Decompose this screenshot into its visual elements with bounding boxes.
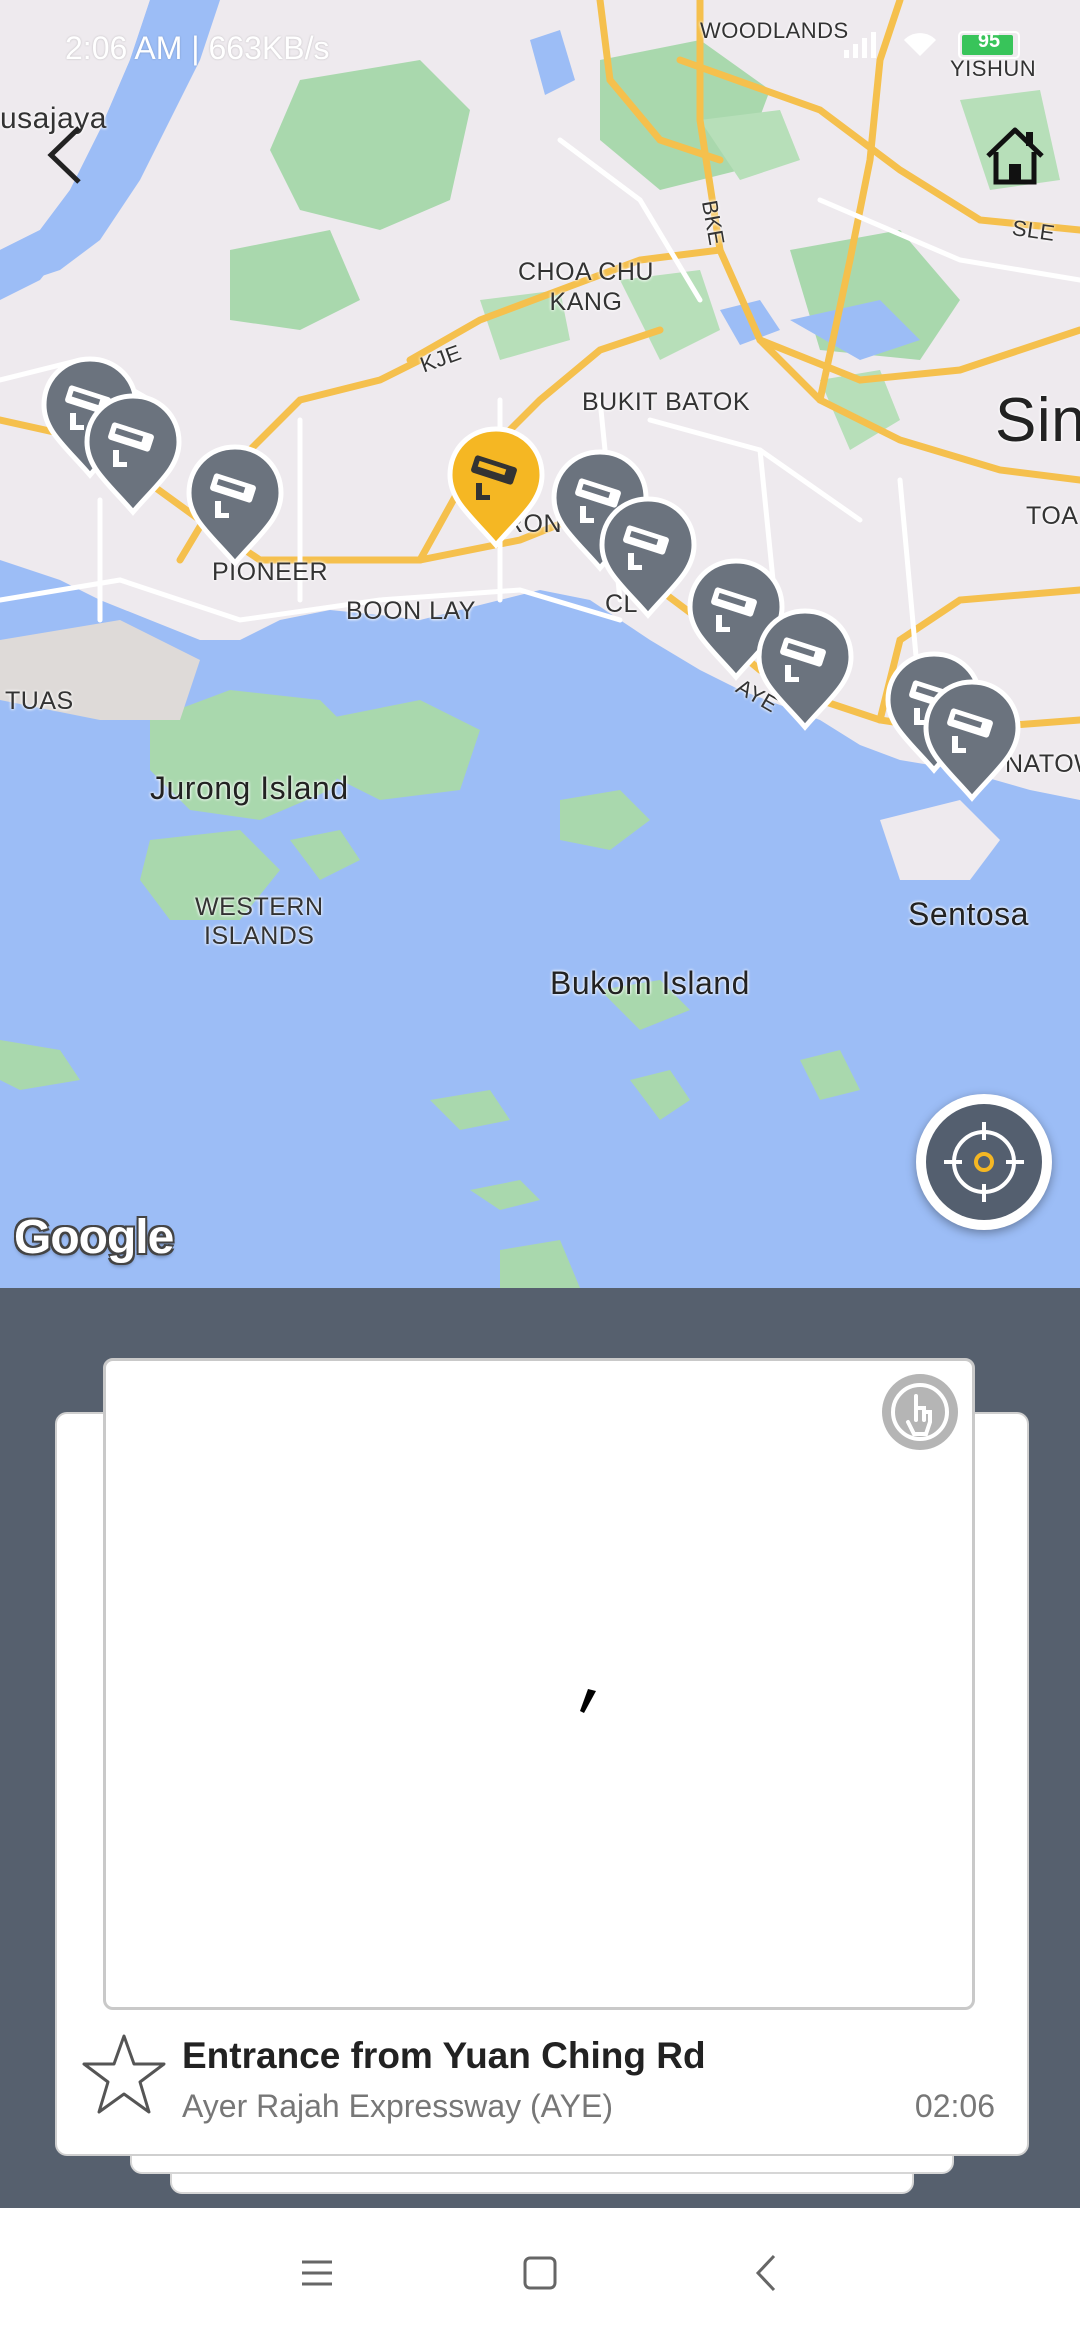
map-label-bukit-batok: BUKIT BATOK: [582, 388, 751, 416]
back-arrow-icon: [47, 126, 81, 184]
star-outline-icon: [82, 2034, 166, 2114]
map-label-tuas: TUAS: [5, 687, 74, 715]
map-view[interactable]: usajaya WOODLANDS YISHUN SLE BKE CHOA CH…: [0, 0, 1080, 1288]
camera-pin[interactable]: [598, 495, 698, 619]
map-label-toa: TOA: [1026, 502, 1079, 530]
nav-home-button[interactable]: [515, 2248, 565, 2298]
map-label-bukom-island: Bukom Island: [550, 965, 750, 1001]
battery-level: 95: [977, 30, 1001, 52]
camera-title: Entrance from Yuan Ching Rd: [182, 2035, 706, 2076]
camera-timestamp: 02:06: [914, 2088, 995, 2124]
status-time: 2:06 AM | 663KB/s: [65, 30, 330, 66]
back-button[interactable]: [35, 120, 95, 190]
map-label-boon-lay: BOON LAY: [346, 597, 476, 625]
back-chevron-icon: [755, 2254, 776, 2292]
camera-pin[interactable]: [755, 607, 855, 731]
camera-image[interactable]: [103, 1358, 975, 2010]
camera-road: Ayer Rajah Expressway (AYE): [182, 2088, 613, 2124]
my-location-button[interactable]: [916, 1094, 1052, 1230]
touch-button[interactable]: [880, 1372, 960, 1452]
camera-pin-selected[interactable]: [446, 425, 546, 549]
map-label-singapore: Sin: [995, 386, 1080, 455]
square-icon: [523, 2256, 557, 2290]
signal-icon: [844, 32, 876, 58]
home-icon: [986, 127, 1044, 185]
status-icons: 95: [842, 30, 1020, 60]
nav-back-button[interactable]: [742, 2248, 792, 2298]
status-bar: 2:06 AM | 663KB/s 95: [0, 0, 1080, 100]
crosshair-icon: [926, 1104, 1042, 1220]
map-label-jurong-island: Jurong Island: [150, 770, 349, 806]
map-label-choa-chu-kang: CHOA CHU KANG: [518, 258, 654, 316]
favorite-button[interactable]: [80, 2030, 168, 2118]
camera-pin[interactable]: [922, 678, 1022, 802]
nav-menu-button[interactable]: [292, 2248, 342, 2298]
battery-icon: 95: [958, 30, 1020, 59]
loading-spinner-icon: [580, 1689, 596, 1713]
map-base: [0, 0, 1080, 1288]
wifi-icon: [904, 33, 936, 56]
camera-pin[interactable]: [83, 392, 183, 516]
system-nav-bar: [0, 2208, 1080, 2340]
map-label-western-islands: WESTERN ISLANDS: [195, 893, 324, 950]
camera-pin[interactable]: [185, 443, 285, 567]
menu-icon: [302, 2260, 332, 2286]
touch-hand-icon: [882, 1374, 958, 1450]
home-button[interactable]: [980, 120, 1050, 190]
map-label-sentosa: Sentosa: [908, 896, 1029, 932]
google-logo: Google: [14, 1211, 174, 1264]
